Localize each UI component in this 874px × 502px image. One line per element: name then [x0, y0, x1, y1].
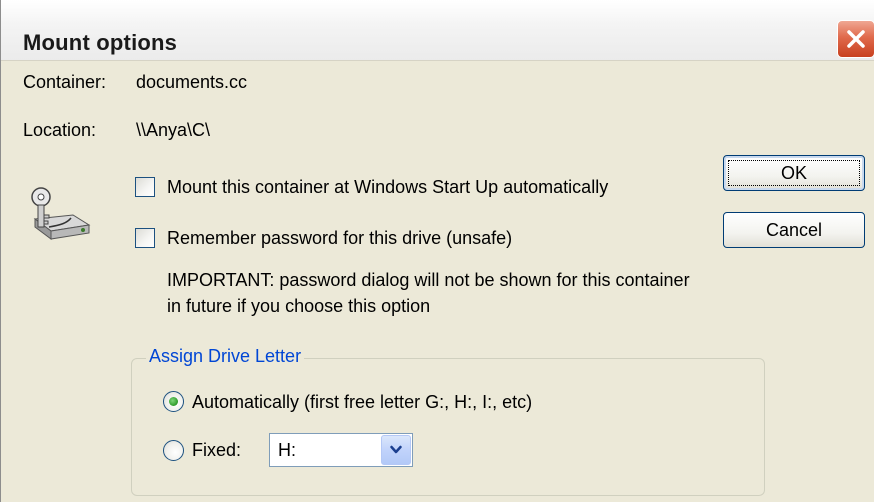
important-warning-line1: IMPORTANT: password dialog will not be s… [167, 270, 690, 290]
location-value: \\Anya\C\ [136, 120, 211, 140]
remember-password-label: Remember password for this drive (unsafe… [167, 228, 513, 248]
important-warning-line2: in future if you choose this option [167, 296, 431, 316]
title-bar: Mount options [1, 0, 874, 61]
fixed-radio-label: Fixed: [192, 440, 242, 460]
fixed-radio[interactable] [163, 440, 184, 461]
focus-ring [728, 160, 860, 186]
chevron-down-icon [390, 445, 402, 454]
container-label: Container: [23, 72, 107, 92]
close-x-icon [847, 30, 865, 48]
automatic-radio[interactable] [163, 391, 184, 412]
mount-startup-label: Mount this container at Windows Start Up… [167, 177, 609, 197]
ok-button[interactable]: OK [723, 155, 865, 191]
dialog-title: Mount options [23, 30, 178, 55]
location-label: Location: [23, 120, 97, 140]
dropdown-button[interactable] [381, 435, 411, 465]
assign-drive-letter-group [131, 358, 765, 496]
cancel-button[interactable]: Cancel [723, 212, 865, 248]
drive-letter-select[interactable]: H: [269, 433, 413, 467]
remember-password-checkbox[interactable] [135, 228, 155, 248]
mount-options-dialog: Mount options Container: documents.cc Lo… [0, 0, 874, 502]
mount-startup-checkbox[interactable] [135, 177, 155, 197]
close-button[interactable] [837, 20, 874, 58]
assign-drive-letter-title: Assign Drive Letter [146, 346, 305, 367]
container-value: documents.cc [136, 72, 248, 92]
automatic-radio-label: Automatically (first free letter G:, H:,… [192, 392, 533, 412]
key-drive-icon [31, 187, 91, 240]
radio-selected-dot [169, 397, 178, 406]
cancel-button-label: Cancel [765, 220, 823, 240]
drive-letter-value: H: [278, 440, 296, 460]
